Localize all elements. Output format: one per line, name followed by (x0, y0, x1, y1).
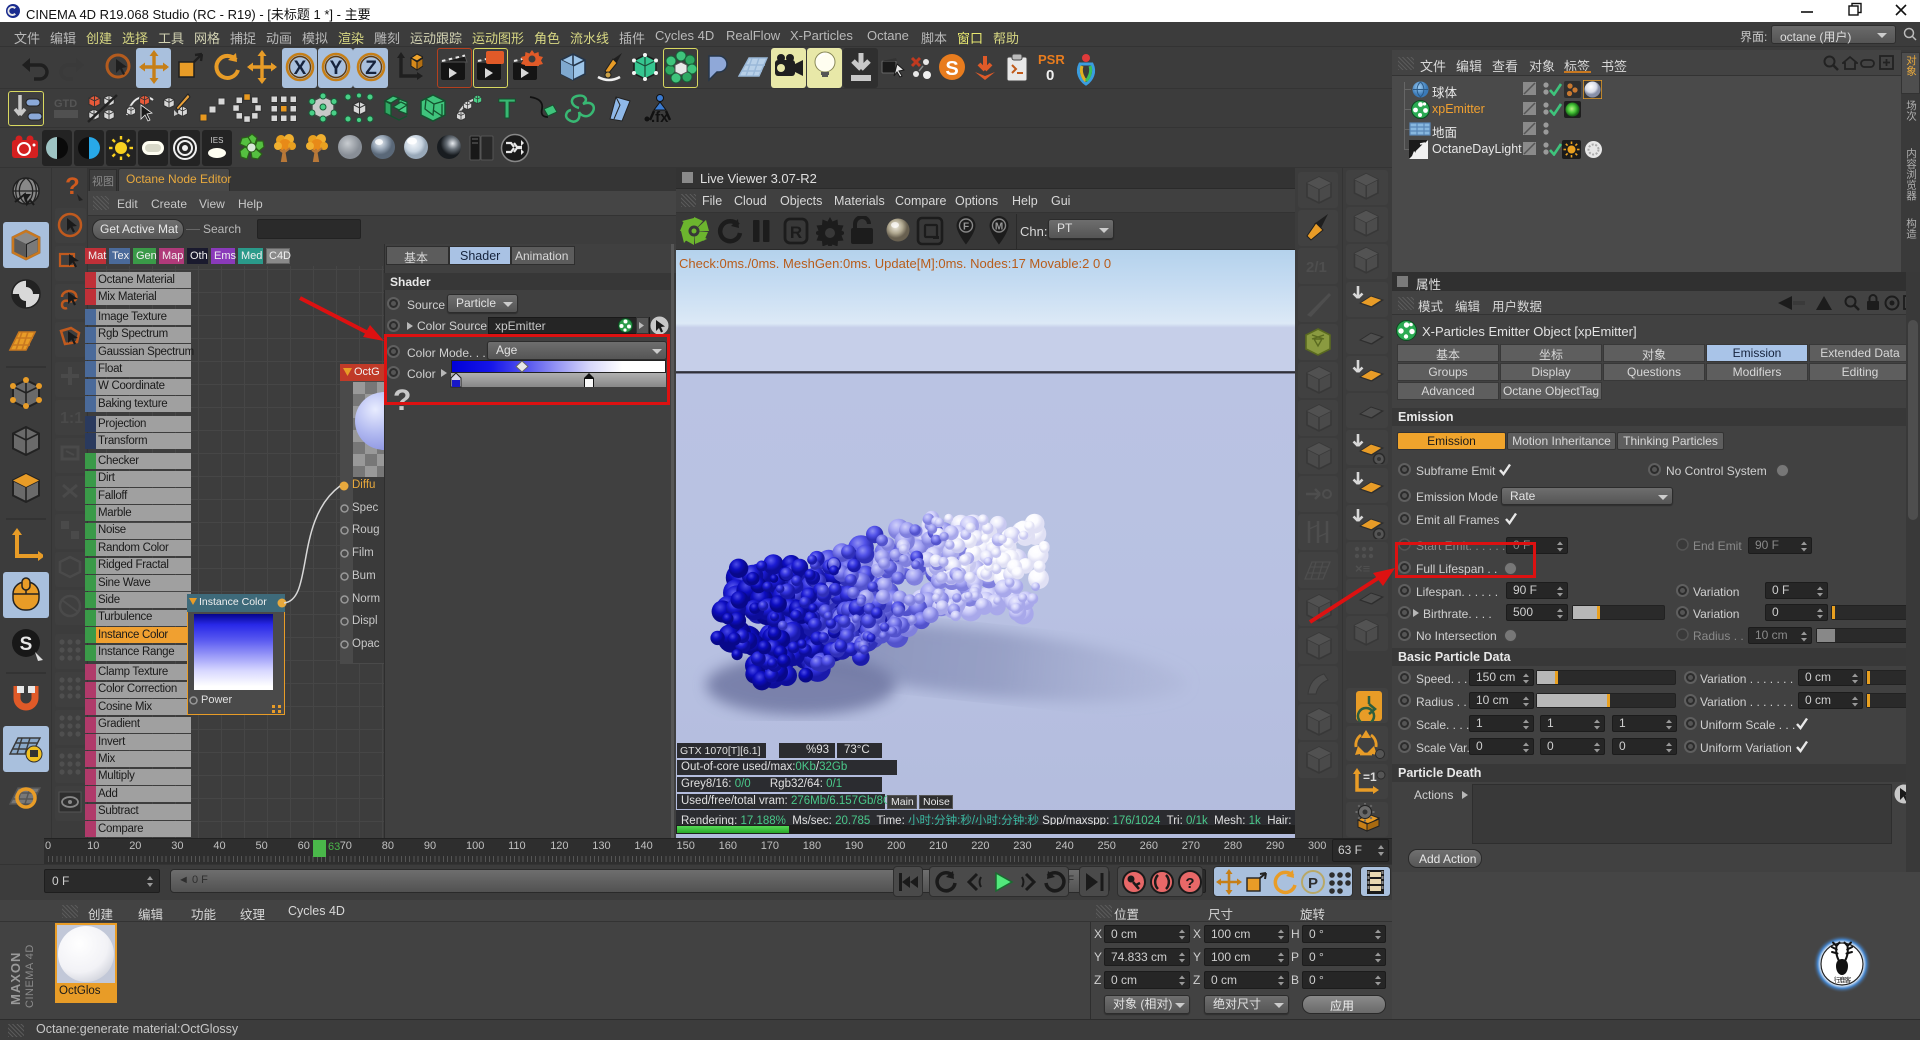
svg-text:S: S (945, 58, 958, 80)
svg-text:=1: =1 (1363, 770, 1377, 784)
svg-text:1:1: 1:1 (60, 410, 83, 427)
svg-text:Y: Y (329, 58, 342, 79)
svg-text:S: S (20, 634, 33, 655)
svg-text:2/1: 2/1 (1306, 259, 1327, 276)
svg-text:IES: IES (211, 136, 224, 145)
svg-text:X: X (294, 58, 307, 79)
svg-text:GTD: GTD (54, 98, 77, 110)
svg-text:R: R (790, 223, 802, 242)
svg-text:?: ? (65, 173, 80, 200)
svg-text:P: P (1308, 875, 1318, 892)
svg-text:T: T (498, 93, 515, 124)
svg-text:Z: Z (365, 58, 377, 79)
svg-text:.fx: .fx (651, 109, 669, 124)
svg-text:F: F (963, 222, 969, 233)
svg-text:M: M (995, 222, 1003, 233)
svg-text:行鹿客: 行鹿客 (1834, 975, 1852, 984)
svg-text:?: ? (1185, 875, 1194, 892)
